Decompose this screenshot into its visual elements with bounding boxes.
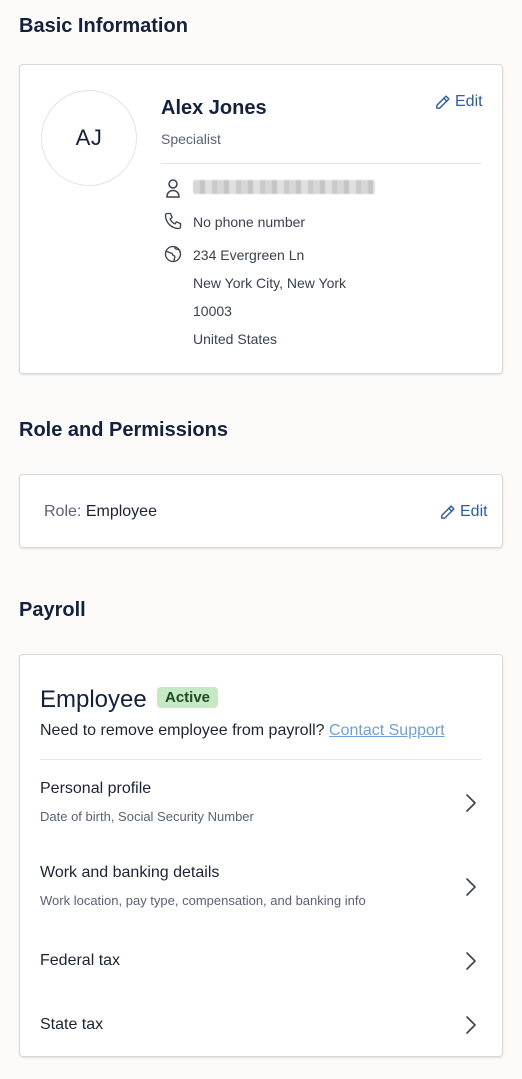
chevron-right-icon <box>466 794 476 812</box>
phone-icon <box>164 212 182 230</box>
role-value: Employee <box>85 503 157 520</box>
chevron-right-icon <box>466 952 476 970</box>
globe-icon <box>164 245 182 263</box>
edit-basic-info-button[interactable]: Edit <box>434 93 483 111</box>
payroll-item-state-tax[interactable]: State tax <box>20 1005 502 1045</box>
pencil-icon <box>441 504 455 519</box>
chevron-right-icon <box>466 1016 476 1034</box>
payroll-item-work-banking[interactable]: Work and banking details Work location, … <box>20 857 502 917</box>
basic-information-heading: Basic Information <box>19 15 188 37</box>
remove-from-payroll-text: Need to remove employee from payroll? Co… <box>40 722 445 740</box>
email-redacted <box>193 180 375 194</box>
payroll-item-federal-tax[interactable]: Federal tax <box>20 941 502 981</box>
address-line-2: New York City, New York <box>193 275 347 291</box>
person-icon <box>166 179 180 198</box>
employee-name: Alex Jones <box>161 97 267 119</box>
address-zip: 10003 <box>193 303 232 319</box>
edit-role-label: Edit <box>460 503 488 520</box>
basic-information-card: AJ Alex Jones Specialist Edit No phone n… <box>19 64 503 374</box>
payroll-heading: Payroll <box>19 599 86 621</box>
list-item-title: Personal profile <box>40 780 152 797</box>
list-item-subtitle: Work location, pay type, compensation, a… <box>40 893 366 908</box>
divider <box>40 759 482 760</box>
payroll-item-personal-profile[interactable]: Personal profile Date of birth, Social S… <box>20 773 502 833</box>
list-item-title: Work and banking details <box>40 864 220 881</box>
address-line-1: 234 Evergreen Ln <box>193 247 305 263</box>
chevron-right-icon <box>466 878 476 896</box>
list-item-title: Federal tax <box>40 952 121 969</box>
list-item-subtitle: Date of birth, Social Security Number <box>40 809 254 824</box>
divider <box>161 163 482 164</box>
avatar-initials: AJ <box>75 125 103 150</box>
role-permissions-heading: Role and Permissions <box>19 419 228 441</box>
edit-role-button[interactable]: Edit <box>439 503 488 521</box>
remove-from-payroll-question: Need to remove employee from payroll? <box>40 722 325 739</box>
status-badge: Active <box>157 687 219 708</box>
role-card: Role: Employee Edit <box>19 474 503 548</box>
phone-number: No phone number <box>193 214 306 230</box>
employee-job-title: Specialist <box>161 131 221 147</box>
list-item-title: State tax <box>40 1016 104 1033</box>
payroll-card: Employee Active Need to remove employee … <box>19 654 503 1057</box>
contact-support-link[interactable]: Contact Support <box>329 722 445 739</box>
address-country: United States <box>193 331 278 347</box>
payroll-employee-heading: Employee <box>40 686 147 713</box>
edit-basic-info-label: Edit <box>455 93 483 110</box>
avatar: AJ <box>41 90 137 186</box>
role-row: Role: Employee <box>44 503 157 521</box>
role-label: Role: <box>44 503 82 520</box>
pencil-icon <box>436 94 450 109</box>
